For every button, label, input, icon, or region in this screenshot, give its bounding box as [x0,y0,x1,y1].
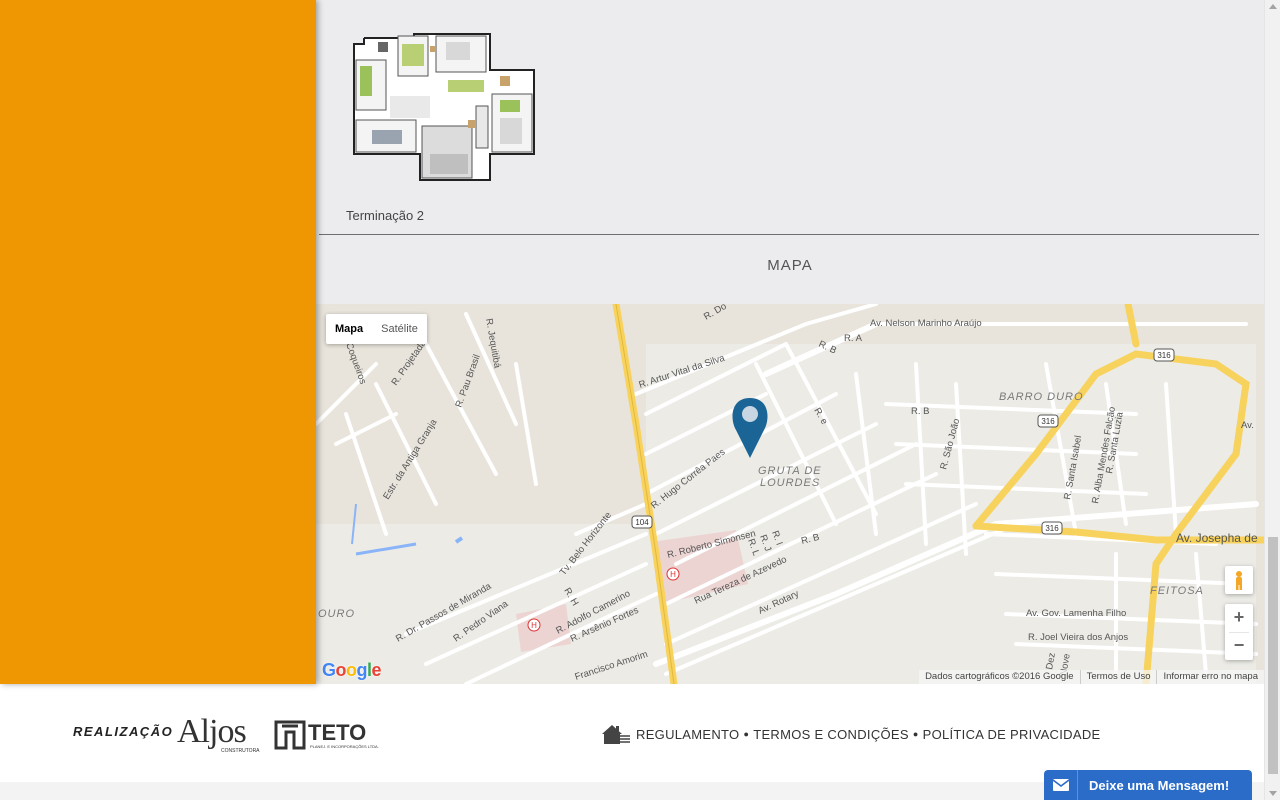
leave-message-button[interactable]: Deixe uma Mensagem! [1044,770,1252,800]
map-type-mapa-button[interactable]: Mapa [326,314,372,344]
map-section-title: MAPA [767,257,813,274]
street-label: R. B [911,406,929,417]
route-shield: 104 [635,518,649,527]
leave-message-label: Deixe uma Mensagem! [1089,777,1230,793]
politica-privacidade-link[interactable]: POLÍTICA DE PRIVACIDADE [923,727,1101,742]
section-divider [319,234,1259,235]
envelope-icon [1044,770,1078,800]
scroll-up-arrow-icon[interactable] [1269,4,1277,9]
map-type-satellite-button[interactable]: Satélite [372,314,427,344]
realizacao-label: REALIZAÇÃO [73,724,174,739]
zoom-out-button[interactable]: − [1225,632,1253,660]
svg-text:PLANEJ. E INCORPORAÇÕES LTDA.: PLANEJ. E INCORPORAÇÕES LTDA. [310,744,379,749]
svg-text:Aljos: Aljos [177,713,246,750]
map-terms-link[interactable]: Termos de Uso [1079,670,1157,684]
street-label: R. A [844,333,863,344]
neighborhood-label: OURO [318,608,355,620]
svg-text:CONSTRUTORA: CONSTRUTORA [221,748,260,754]
scroll-down-arrow-icon[interactable] [1269,791,1277,796]
route-shield: 316 [1041,417,1055,426]
map-report-error-link[interactable]: Informar erro no mapa [1156,670,1264,684]
google-logo[interactable]: Google [322,660,382,681]
page-scrollbar[interactable] [1264,0,1280,800]
floorplan-image[interactable] [350,30,540,184]
street-label: Av. Nelson Marinho Araújo [870,318,982,329]
svg-text:TETO: TETO [308,720,366,745]
neighborhood-label: BARRO DURO [999,391,1084,403]
map-canvas[interactable]: 316 316 316 104 H H GRUTA DE LOURDES BAR… [316,304,1264,684]
footer-links: REGULAMENTO ● TERMOS E CONDIÇÕES ● POLÍT… [600,722,1100,746]
street-label: Av. Gov. Lamenha Filho [1026,608,1126,619]
termos-condicoes-link[interactable]: TERMOS E CONDIÇÕES [753,727,909,742]
content-area: Terminação 2 MAPA [316,0,1264,304]
street-label: Av. [1241,420,1254,431]
map-type-control: Mapa Satélite [326,314,427,344]
neighborhood-label: GRUTA DE [758,465,822,477]
street-label: Av. Josepha de [1176,531,1258,545]
street-view-pegman-icon[interactable] [1225,566,1253,594]
teto-logo[interactable]: TETO PLANEJ. E INCORPORAÇÕES LTDA. [274,718,380,754]
page-footer: REALIZAÇÃO Aljos CONSTRUTORA TETO PLANEJ… [0,684,1264,782]
map-attribution: Dados cartográficos ©2016 Google Termos … [919,670,1264,684]
regulamento-link[interactable]: REGULAMENTO [636,727,739,742]
aljos-logo[interactable]: Aljos CONSTRUTORA [177,712,263,756]
scrollbar-thumb[interactable] [1268,537,1278,774]
floorplan-caption: Terminação 2 [346,208,425,223]
orange-sidebar [0,0,316,684]
neighborhood-label: FEITOSA [1150,585,1204,597]
zoom-in-button[interactable]: + [1225,604,1253,632]
house-icon [602,725,630,744]
google-map[interactable]: 316 316 316 104 H H GRUTA DE LOURDES BAR… [316,304,1264,684]
route-shield: 316 [1157,351,1171,360]
zoom-control: + − [1225,604,1253,660]
street-label: R. Joel Vieira dos Anjos [1028,632,1128,643]
neighborhood-label: LOURDES [760,477,820,489]
route-shield: 316 [1045,524,1059,533]
hospital-marker: H [670,570,676,579]
hospital-marker: H [531,621,537,630]
map-data-credit: Dados cartográficos ©2016 Google [925,671,1074,682]
